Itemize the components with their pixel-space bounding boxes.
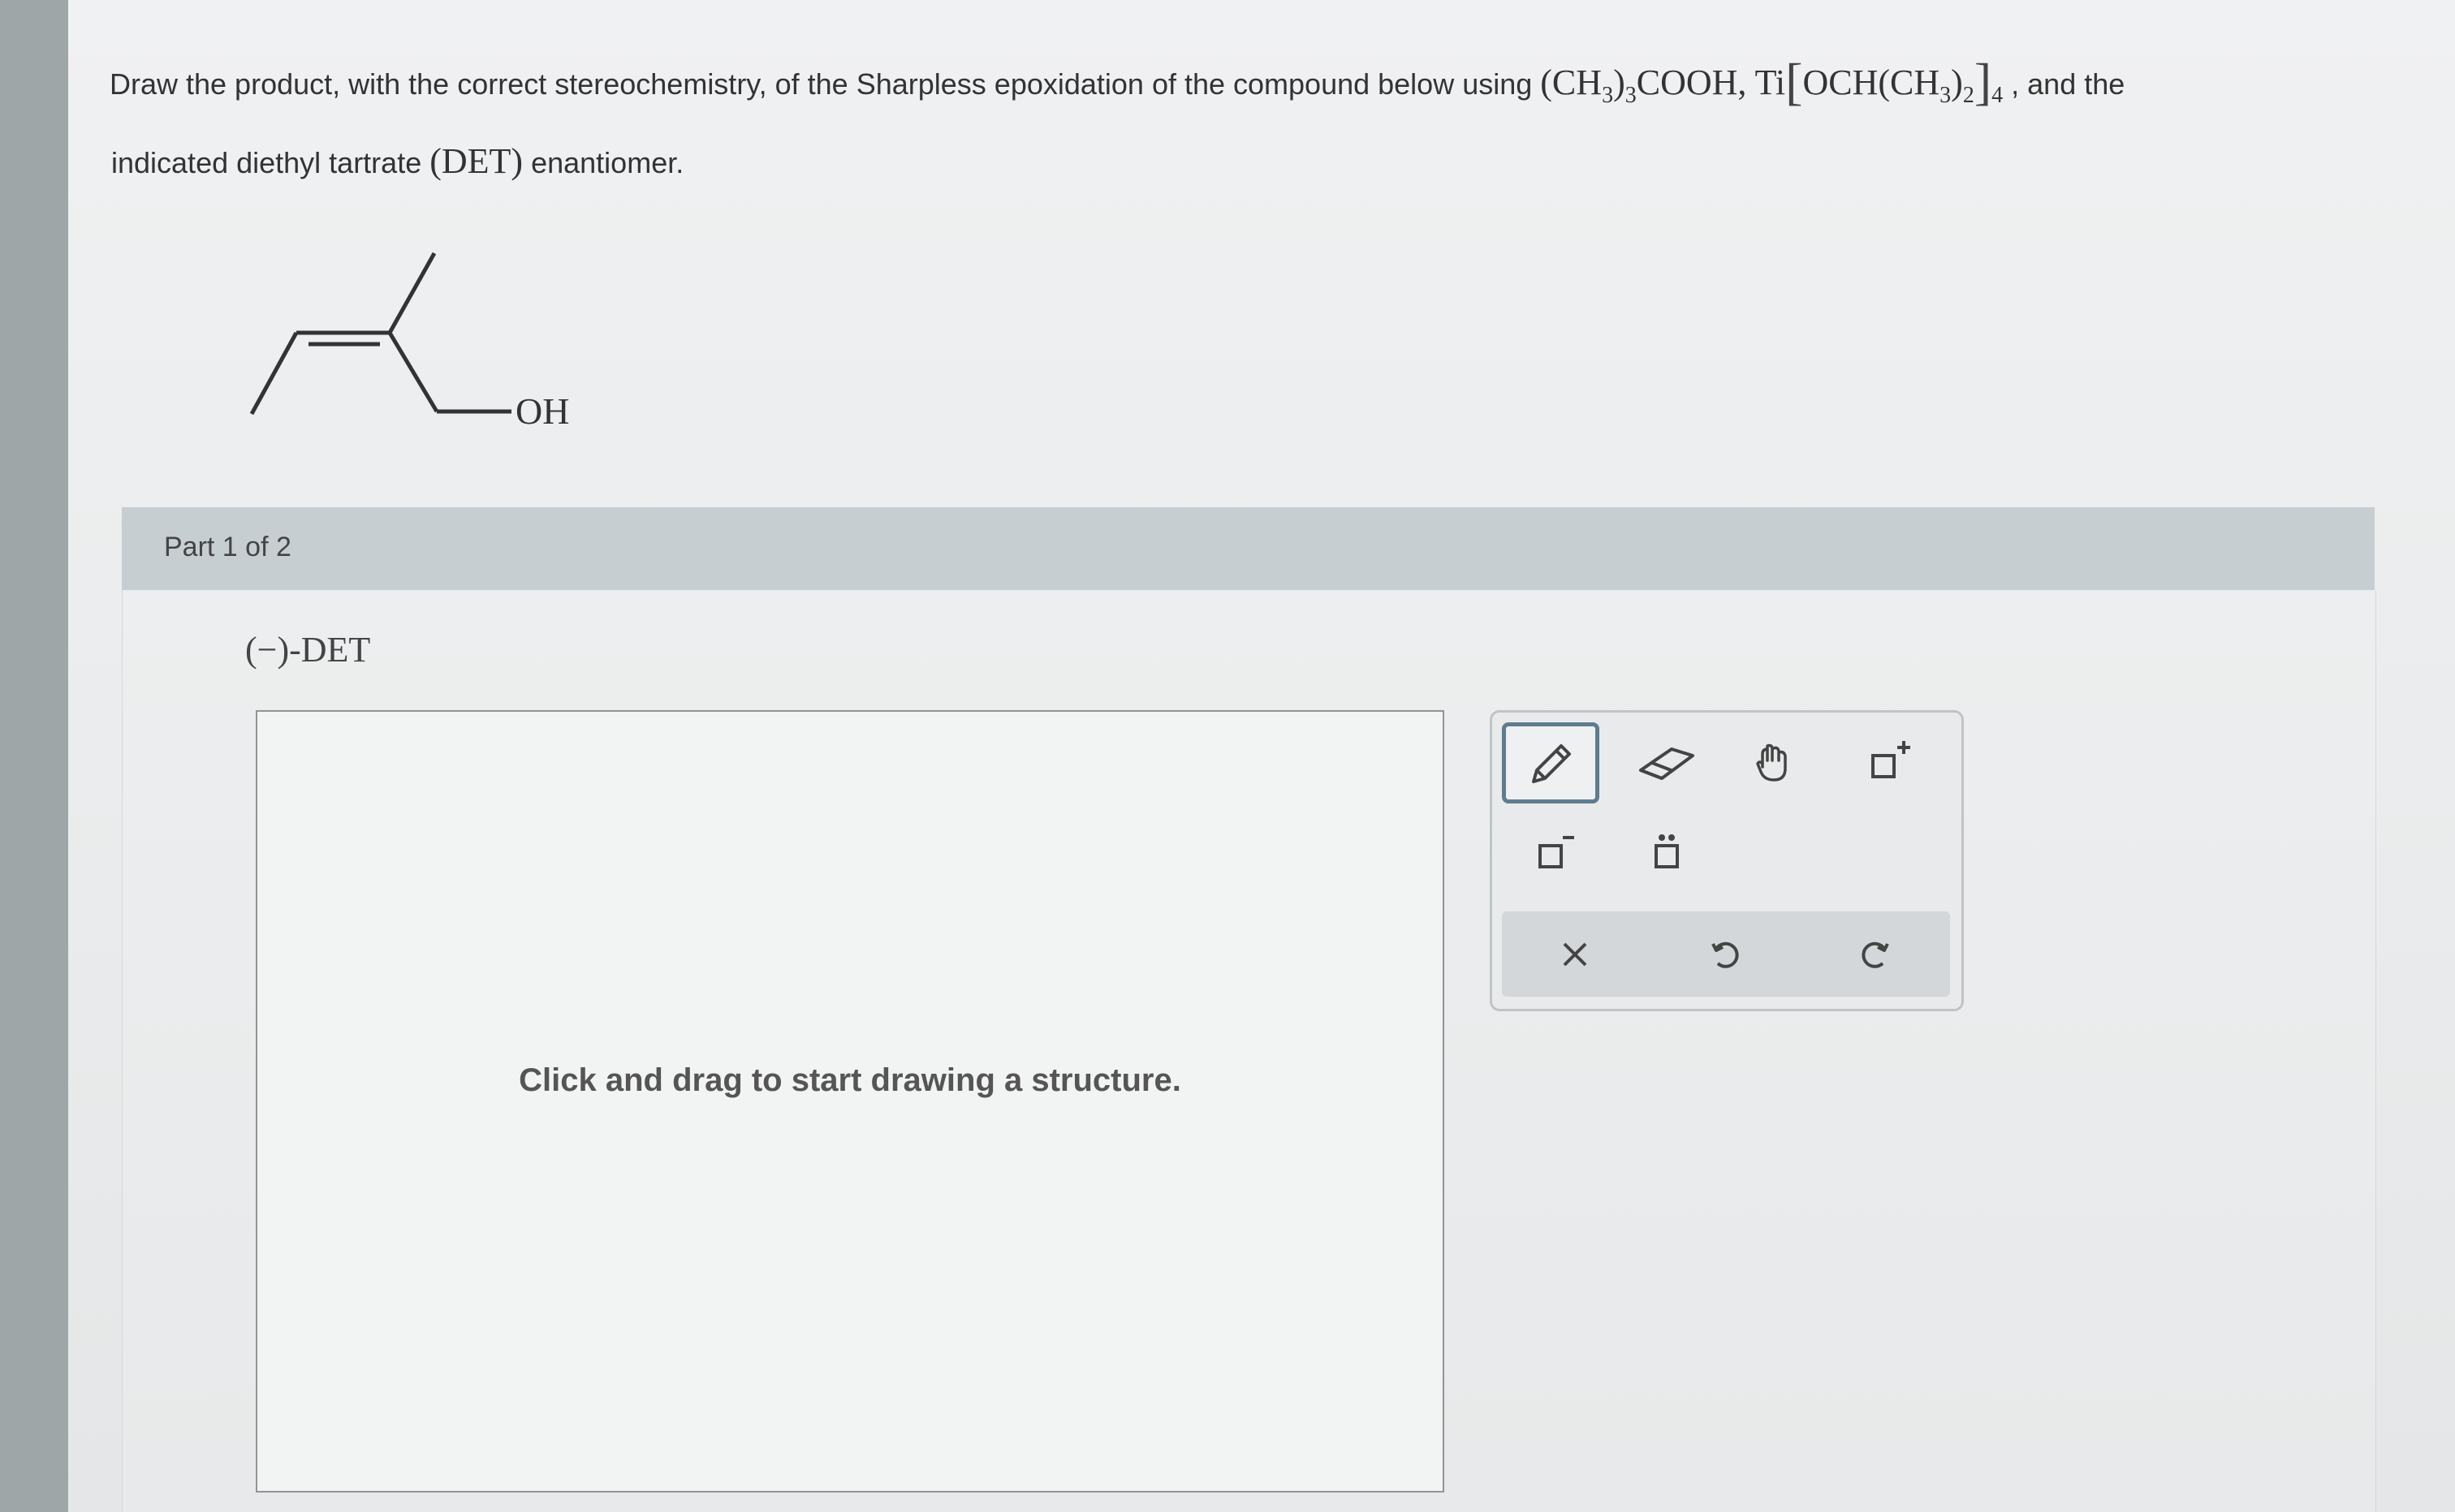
undo-icon	[1711, 941, 1739, 968]
reagent-formula-1: (CH3)3COOH, Ti[OCH(CH3)2]4	[1540, 53, 2004, 110]
action-bar	[1502, 911, 1950, 997]
lone-pair-tool-button[interactable]	[1618, 814, 1715, 895]
lone-pair-icon	[1655, 834, 1679, 868]
eraser-tool-button[interactable]	[1618, 722, 1715, 803]
pencil-icon	[1532, 744, 1571, 783]
question-line2-end: enantiomer.	[531, 146, 684, 179]
hand-icon	[1756, 743, 1787, 782]
det-enantiomer-label: (−)-DET	[245, 630, 371, 670]
redo-button[interactable]	[1819, 911, 1932, 997]
bond-methyl	[387, 252, 437, 334]
bond-ethyl	[249, 331, 299, 416]
question-line1-end: , and the	[2011, 67, 2125, 101]
eraser-icon	[1639, 747, 1694, 780]
oh-label: OH	[516, 390, 569, 432]
drawing-toolbar	[1490, 710, 1964, 1011]
bond-ch2	[387, 331, 439, 413]
det-abbrev: (DET)	[429, 141, 524, 181]
hand-tool-button[interactable]	[1728, 722, 1825, 803]
charge-minus-tool-button[interactable]	[1502, 814, 1599, 895]
drawing-canvas[interactable]: Click and drag to start drawing a struct…	[256, 710, 1444, 1493]
charge-plus-tool-button[interactable]	[1841, 722, 1939, 803]
clear-icon	[1563, 942, 1587, 966]
part-header: Part 1 of 2	[122, 507, 2375, 591]
undo-button[interactable]	[1668, 911, 1782, 997]
question-line2-start: indicated diethyl tartrate	[111, 146, 422, 179]
charge-plus-icon	[1871, 741, 1910, 778]
allylic-alcohol-structure: OH	[249, 252, 569, 432]
redo-icon	[1862, 941, 1889, 968]
part-label: Part 1 of 2	[164, 532, 291, 562]
left-strip	[0, 0, 68, 1512]
clear-button[interactable]	[1518, 911, 1632, 997]
charge-minus-icon	[1538, 836, 1574, 868]
canvas-hint: Click and drag to start drawing a struct…	[519, 1062, 1181, 1098]
question-line1-start: Draw the product, with the correct stere…	[110, 67, 1533, 101]
pencil-tool-button[interactable]	[1502, 722, 1599, 803]
